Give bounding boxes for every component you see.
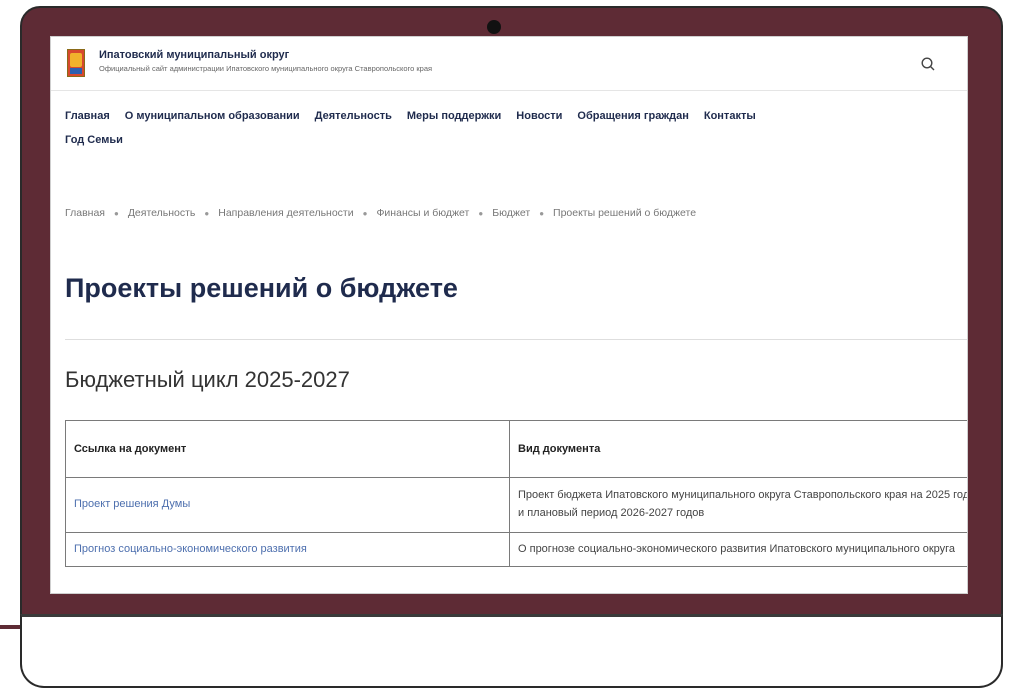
table-cell-link: Прогноз социально-экономического развити… [65,532,510,567]
browser-screen: Ипатовский муниципальный округ Официальн… [50,36,968,594]
table-cell-link: Проект решения Думы [65,477,510,533]
table-row: Проект решения Думы Проект бюджета Ипато… [65,477,967,533]
breadcrumb-separator: ● [113,208,119,218]
table-header-link: Ссылка на документ [65,420,510,478]
document-link[interactable]: Прогноз социально-экономического развити… [74,543,307,555]
site-subtitle: Официальный сайт администрации Ипатовско… [99,64,433,73]
nav-item-contacts[interactable]: Контакты [704,110,756,122]
table-cell-type: О прогнозе социально-экономического разв… [509,532,967,567]
main-nav: Главная О муниципальном образовании Деят… [65,110,965,146]
table-cell-type: Проект бюджета Ипатовского муниципальног… [509,477,967,533]
camera-dot [487,20,501,34]
section-heading: Бюджетный цикл 2025-2027 [65,367,350,392]
breadcrumb-separator: ● [362,208,368,218]
nav-item-appeals[interactable]: Обращения граждан [577,110,688,122]
nav-item-activity[interactable]: Деятельность [315,110,392,122]
site-header: Ипатовский муниципальный округ Официальн… [51,37,967,91]
breadcrumb-activity[interactable]: Деятельность [128,207,196,219]
nav-item-news[interactable]: Новости [516,110,562,122]
breadcrumb-separator: ● [539,208,545,218]
laptop-base [20,614,1003,688]
search-icon[interactable] [921,57,935,71]
nav-item-support[interactable]: Меры поддержки [407,110,501,122]
nav-item-family-year[interactable]: Год Семьи [65,134,123,146]
page-title: Проекты решений о бюджете [65,273,458,303]
coat-of-arms-logo[interactable] [67,49,85,77]
table-header-type: Вид документа [509,420,967,478]
nav-item-about[interactable]: О муниципальном образовании [125,110,300,122]
breadcrumb-separator: ● [204,208,210,218]
breadcrumb-current: Проекты решений о бюджете [553,207,697,219]
breadcrumb-home[interactable]: Главная [65,207,105,219]
document-link[interactable]: Проект решения Думы [74,498,190,510]
breadcrumb-directions[interactable]: Направления деятельности [218,207,353,219]
breadcrumb-separator: ● [478,208,484,218]
table-row: Прогноз социально-экономического развити… [65,532,967,567]
nav-item-home[interactable]: Главная [65,110,110,122]
breadcrumb: Главная ● Деятельность ● Направления дея… [65,207,696,219]
site-title[interactable]: Ипатовский муниципальный округ [99,49,289,61]
documents-table: Ссылка на документ Вид документа Проект … [65,420,967,567]
breadcrumb-finance[interactable]: Финансы и бюджет [376,207,469,219]
breadcrumb-budget[interactable]: Бюджет [492,207,530,219]
divider [65,339,967,340]
